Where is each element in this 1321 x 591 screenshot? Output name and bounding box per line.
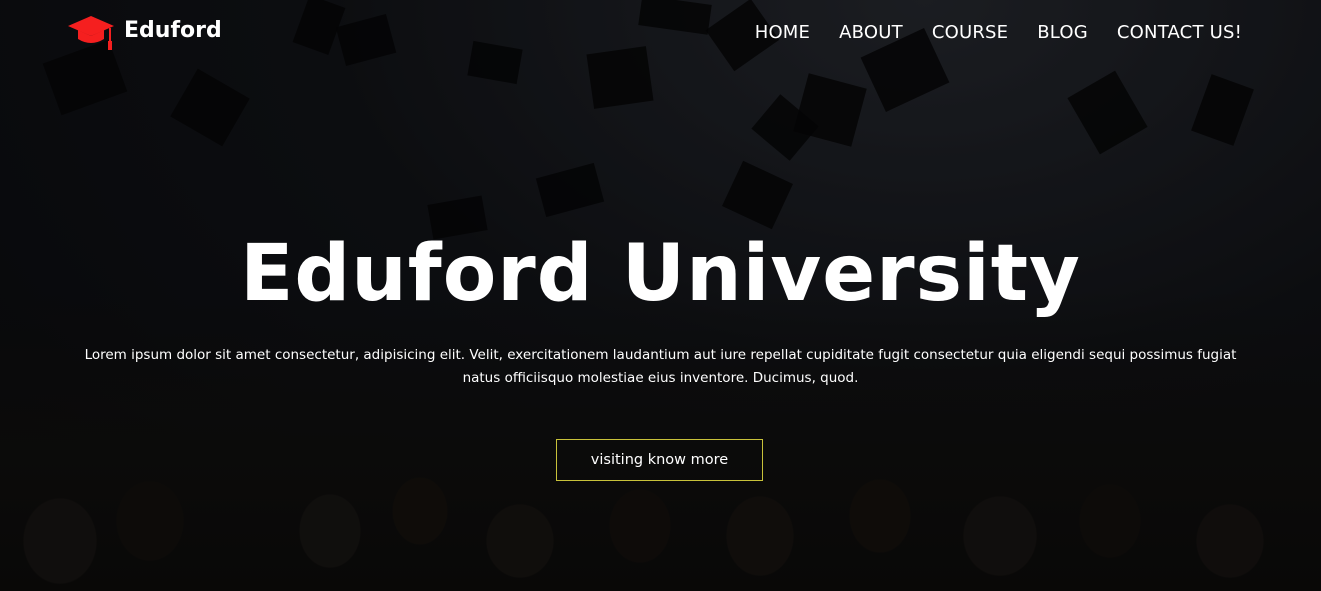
hero-section: Eduford HOME ABOUT COURSE BLOG CONTACT U… (0, 0, 1321, 591)
nav-item-blog[interactable]: BLOG (1037, 22, 1088, 43)
nav-item-home[interactable]: HOME (755, 22, 810, 43)
main-nav: HOME ABOUT COURSE BLOG CONTACT US! (755, 22, 1242, 43)
graduation-cap-icon (68, 16, 114, 50)
nav-item-about[interactable]: ABOUT (839, 22, 903, 43)
brand-name: Eduford (124, 17, 222, 43)
hero-description: Lorem ipsum dolor sit amet consectetur, … (84, 347, 1237, 386)
nav-item-course[interactable]: COURSE (932, 22, 1008, 43)
hero-title: Eduford University (240, 229, 1081, 319)
know-more-button[interactable]: visiting know more (556, 439, 763, 481)
brand-logo[interactable]: Eduford (66, 14, 222, 54)
nav-item-contact[interactable]: CONTACT US! (1117, 22, 1242, 43)
